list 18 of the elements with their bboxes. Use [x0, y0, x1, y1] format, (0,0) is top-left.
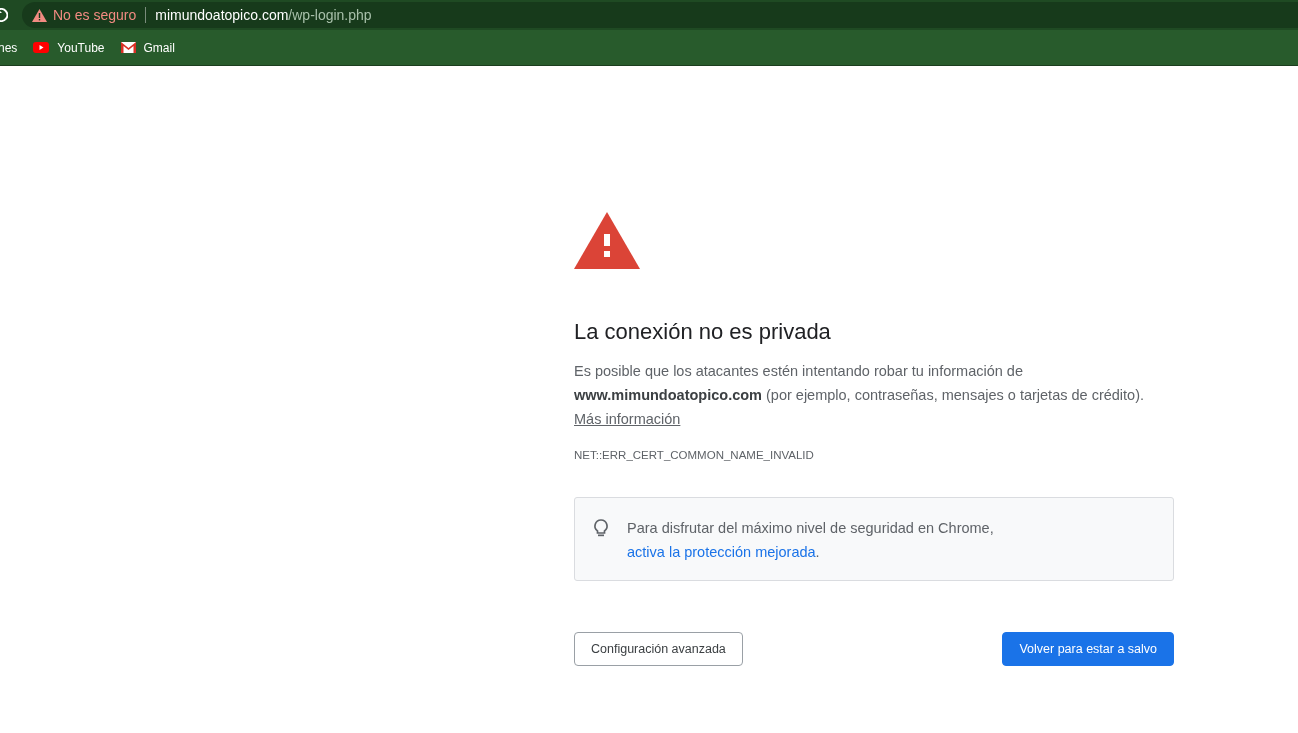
play-icon [33, 42, 50, 53]
tip-text: Para disfrutar del máximo nivel de seguridad en Chrome, activa la protección mejorada. [627, 519, 995, 562]
back-to-safety-button[interactable]: Volver para estar a salvo [1002, 632, 1174, 666]
advanced-settings-button[interactable]: Configuración avanzada [574, 632, 743, 666]
url-host[interactable]: mimundoatopico.com [155, 7, 289, 23]
lightbulb-icon [591, 518, 611, 538]
enhanced-protection-link[interactable]: activa la protección mejorada [627, 544, 816, 560]
warning-description: Es posible que los atacantes estén intentando robar tu información de www.mimundoatopico.com (por ejemplo, contraseñas, mensajes o tarjetas de crédito). [574, 362, 1145, 405]
bookmark[interactable]: YouTube [33, 40, 105, 55]
error-code: NET::ERR_CERT_COMMON_NAME_INVALID [574, 449, 815, 461]
more-info-link[interactable]: Más información [574, 411, 681, 427]
page-heading: La conexión no es privada [574, 319, 832, 345]
bookmark[interactable]: Gmail [120, 40, 175, 55]
url-path[interactable]: /wp-login.php [288, 7, 372, 23]
envelope-icon [120, 42, 136, 53]
security-label[interactable]: No es seguro [53, 7, 137, 23]
warning-icon [574, 212, 640, 269]
warning-icon[interactable] [32, 8, 47, 22]
